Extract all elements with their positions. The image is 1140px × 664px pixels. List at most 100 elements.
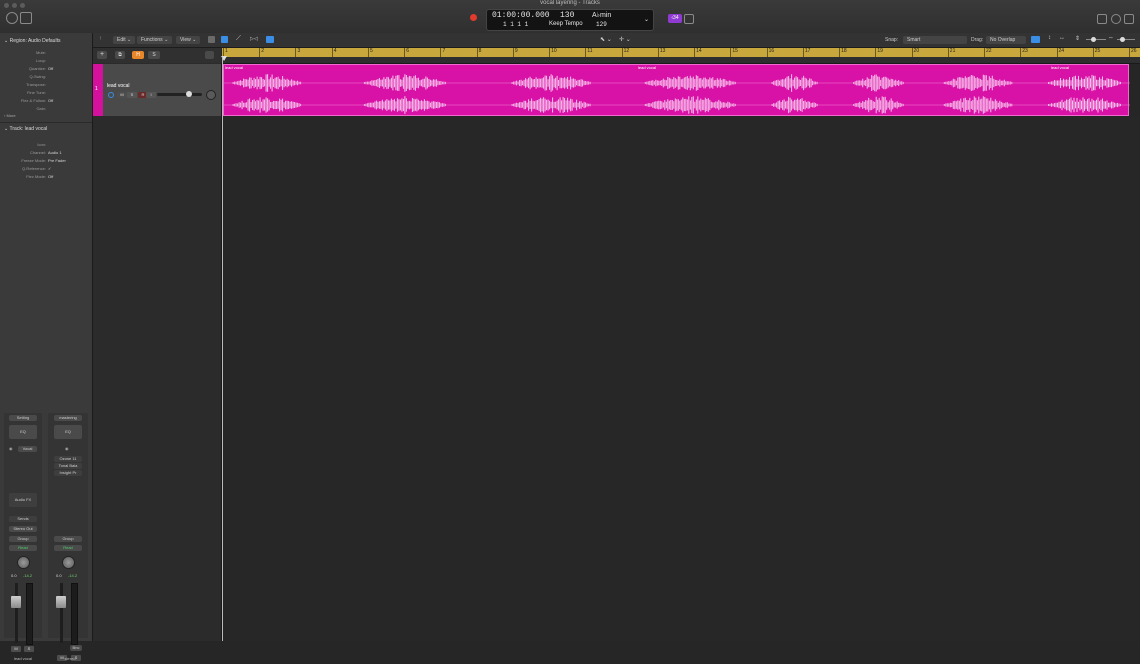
track-param-row[interactable]: Flex Mode: Off <box>0 174 92 182</box>
ruler-bar-26[interactable]: 26 <box>1129 48 1137 57</box>
smart-controls-icon[interactable] <box>266 36 274 43</box>
track-param-value[interactable]: Audio 1 <box>48 150 62 155</box>
setting-button[interactable]: mastering <box>54 415 82 421</box>
volume-fader-cap[interactable] <box>56 596 66 608</box>
flex-icon[interactable]: ▷◁ <box>250 36 258 42</box>
ruler-bar-4[interactable]: 4 <box>331 48 337 57</box>
plugin-slot-1[interactable]: Ozone 11 <box>54 456 82 462</box>
ruler-bar-24[interactable]: 24 <box>1056 48 1064 57</box>
region-param-row[interactable]: Quantize: Off <box>0 66 92 74</box>
pan-knob[interactable] <box>62 556 75 569</box>
region-param-row[interactable]: Mute: <box>0 50 92 58</box>
ruler-bar-19[interactable]: 19 <box>875 48 883 57</box>
vertical-zoom-knob[interactable] <box>1091 37 1096 42</box>
ruler-bar-8[interactable]: 8 <box>476 48 481 57</box>
region-param-value[interactable]: Off <box>48 66 53 71</box>
track-settings-icon[interactable] <box>205 51 214 59</box>
track-solo-button[interactable]: S <box>127 92 137 98</box>
track-name[interactable]: lead vocal <box>107 83 130 89</box>
more-toggle[interactable]: › More <box>4 113 16 118</box>
ruler-bar-5[interactable]: 5 <box>367 48 373 57</box>
output-slot[interactable]: Stereo Out <box>9 526 37 532</box>
link-icon[interactable]: ◉ <box>9 446 13 451</box>
pan-knob[interactable] <box>17 556 30 569</box>
eq-button[interactable]: EQ <box>54 425 82 439</box>
track-pan-knob[interactable] <box>206 90 216 100</box>
mute-button[interactable]: M <box>57 646 67 664</box>
link-icon[interactable]: ◉ <box>65 446 69 451</box>
track-volume-knob[interactable] <box>186 91 192 97</box>
ruler-bar-13[interactable]: 13 <box>657 48 665 57</box>
ruler-bar-9[interactable]: 9 <box>512 48 518 57</box>
track-param-row[interactable]: Channel: Audio 1 <box>0 150 92 158</box>
automation-mode[interactable]: Read <box>54 545 82 551</box>
marker-lane[interactable] <box>222 57 1140 64</box>
catch-playhead-icon[interactable] <box>221 36 228 43</box>
region-param-row[interactable]: Flex & Follow: Off <box>0 98 92 106</box>
group-slot[interactable]: Group <box>54 536 82 542</box>
plugin-slot-2[interactable]: Tonal Bala <box>54 463 82 469</box>
functions-menu[interactable]: Functions ⌄ <box>137 36 173 44</box>
zoom-out-icon[interactable]: ⇔ <box>1108 35 1114 41</box>
metronome-icon[interactable] <box>684 14 694 24</box>
track-param-row[interactable]: Q-Reference: ✓ <box>0 166 92 174</box>
global-solo-button[interactable]: S <box>148 51 160 59</box>
ruler-bar-12[interactable]: 12 <box>621 48 629 57</box>
region-param-row[interactable]: Loop: <box>0 58 92 66</box>
ruler-bar-7[interactable]: 7 <box>440 48 445 57</box>
notes-icon[interactable] <box>1111 14 1121 24</box>
inspector-icon[interactable] <box>20 12 32 24</box>
track-inspector-header[interactable]: ⌄ Track: lead vocal <box>4 126 47 132</box>
waveform-zoom-icon[interactable] <box>1031 36 1040 43</box>
ruler-bar-20[interactable]: 20 <box>911 48 919 57</box>
power-icon[interactable] <box>108 92 114 98</box>
chevron-down-icon[interactable]: ⌄ <box>644 16 649 23</box>
ruler-bar-14[interactable]: 14 <box>694 48 702 57</box>
ruler-bar-11[interactable]: 11 <box>585 48 593 57</box>
vertical-zoom-icon[interactable]: ↕ <box>1048 35 1051 41</box>
volume-fader-track[interactable] <box>60 583 63 643</box>
volume-fader-cap[interactable] <box>11 596 21 608</box>
region-param-row[interactable]: Q-Swing: <box>0 74 92 82</box>
list-editors-icon[interactable] <box>1097 14 1107 24</box>
plugin-slot-3[interactable]: Insight Pr <box>54 470 82 476</box>
ruler-bar-10[interactable]: 10 <box>549 48 557 57</box>
input-slot[interactable]: Vocal <box>18 446 37 452</box>
track-header-lead-vocal[interactable] <box>93 64 221 116</box>
track-param-value[interactable]: Off <box>48 174 53 179</box>
track-volume-slider[interactable] <box>157 93 202 96</box>
automation-icon[interactable]: ⟋ <box>236 35 241 43</box>
solo-button[interactable]: S <box>71 646 81 664</box>
region-inspector-header[interactable]: ⌄ Region: Audio Defaults <box>4 38 60 44</box>
horizontal-zoom-knob[interactable] <box>1120 37 1125 42</box>
ruler-bar-18[interactable]: 18 <box>839 48 847 57</box>
ruler-bar-15[interactable]: 15 <box>730 48 738 57</box>
solo-button[interactable]: S <box>24 646 34 652</box>
ruler-bar-2[interactable]: 2 <box>259 48 264 57</box>
ruler-bar-21[interactable]: 21 <box>947 48 955 57</box>
duplicate-track-icon[interactable]: ⧉ <box>115 51 125 59</box>
grid-view-icon[interactable] <box>208 36 215 43</box>
lcd-display[interactable]: 01:00:00.000 1 1 1 1 130 Keep Tempo A♭mi… <box>486 9 654 31</box>
ruler-bar-17[interactable]: 17 <box>802 48 810 57</box>
audio-region-lead-vocal[interactable] <box>223 64 1130 116</box>
volume-fader-track[interactable] <box>15 583 18 643</box>
back-arrow-icon[interactable]: ↑ <box>99 36 102 42</box>
ruler-bar-16[interactable]: 16 <box>766 48 774 57</box>
track-param-row[interactable]: Freeze Mode: Pre Fader <box>0 158 92 166</box>
count-in-badge[interactable]: ‹34 <box>668 14 682 23</box>
horizontal-zoom-icon[interactable]: ↔ <box>1059 35 1065 41</box>
secondary-tool-icon[interactable]: ✛ ⌄ <box>619 36 631 43</box>
mute-button[interactable]: M <box>11 646 21 652</box>
edit-menu[interactable]: Edit ⌄ <box>113 36 136 44</box>
track-param-value[interactable]: Pre Fader <box>48 158 66 163</box>
browser-icon[interactable] <box>1124 14 1134 24</box>
record-button[interactable] <box>470 14 477 21</box>
setting-button[interactable]: Setting <box>9 415 37 421</box>
drag-dropdown[interactable]: No Overlap <box>986 36 1026 44</box>
eq-button[interactable]: EQ <box>9 425 37 439</box>
ruler-bar-22[interactable]: 22 <box>984 48 992 57</box>
ruler-bar-3[interactable]: 3 <box>295 48 300 57</box>
automation-mode[interactable]: Read <box>9 545 37 551</box>
audio-fx-slot[interactable]: Audio FX <box>9 493 37 507</box>
